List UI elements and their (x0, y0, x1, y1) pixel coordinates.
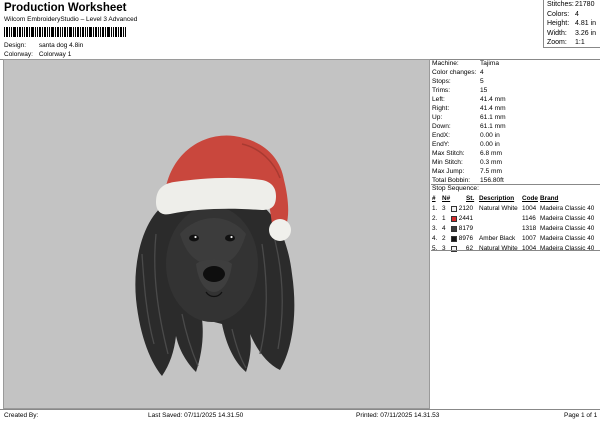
info-max-jump: Max Jump: 7.5 mm (432, 168, 502, 175)
stat-stitches: Stitches:21780 (547, 1, 595, 8)
row-code: 1004 (522, 205, 537, 212)
info-min-stitch: Min Stitch: 0.3 mm (432, 159, 502, 166)
row-needle: 1 (442, 215, 446, 222)
row-brand: Madeira Classic 40 (540, 235, 595, 242)
colorway-label: Colorway: (4, 51, 33, 58)
info-right: Right: 41.4 mm (432, 105, 506, 112)
row-needle: 3 (442, 205, 446, 212)
header-num: # (432, 195, 436, 202)
row-needle: 4 (442, 225, 446, 232)
barcode (4, 27, 126, 37)
page-number: Page 1 of 1 (564, 412, 598, 419)
row-stitches: 8179 (458, 225, 473, 232)
info-machine: Machine: Tajima (432, 60, 500, 67)
row-code: 1007 (522, 235, 537, 242)
row-needle: 2 (442, 235, 446, 242)
printed-date: Printed: 07/11/2025 14.31.53 (356, 412, 440, 419)
colorway-value: Colorway 1 (38, 51, 72, 58)
row-stitches: 8976 (458, 235, 473, 242)
row-num: 1. (432, 205, 438, 212)
design-preview-canvas (3, 59, 430, 409)
santa-dog-embroidery-image (135, 135, 295, 376)
last-saved: Last Saved: 07/11/2025 14.31.50 (148, 412, 244, 419)
info-stops: Stops: 5 (432, 78, 484, 85)
info-color-changes: Color changes: 4 (432, 69, 484, 76)
worksheet-title: Production Worksheet (4, 2, 127, 14)
footer-divider (0, 409, 600, 410)
software-subtitle: Wilcom EmbroideryStudio – Level 3 Advanc… (4, 16, 138, 23)
row-code: 1318 (522, 225, 537, 232)
header-description: Description (479, 195, 515, 202)
row-stitches: 2441 (458, 215, 473, 222)
stat-height: Height: 4.81 in (547, 20, 597, 27)
row-num: 3. (432, 225, 438, 232)
row-code: 1146 (522, 215, 536, 222)
row-stitches: 2120 (458, 205, 473, 212)
info-up: Up: 61.1 mm (432, 114, 506, 121)
colorway-row: Colorway: Colorway 1 (4, 51, 71, 58)
color-swatch (451, 226, 457, 232)
stat-colors: Colors: 4 (547, 10, 579, 18)
row-num: 4. (432, 235, 438, 242)
color-swatch (451, 236, 457, 242)
color-swatch (451, 246, 457, 252)
info-down: Down: 61.1 mm (432, 123, 506, 130)
stats-box: Stitches:21780 Colors: 4 Height: 4.81 in W… (543, 0, 600, 48)
header-needle: N# (442, 195, 451, 202)
info-endy: EndY: 0.00 in (432, 141, 500, 148)
stat-width: Width: 3.26 in (547, 29, 597, 37)
row-brand: Madeira Classic 40 (540, 205, 595, 212)
table-row: 2. 1 2441 1146 Madeira Classic 40 (432, 215, 600, 224)
header-code: Code (522, 195, 538, 202)
row-description: Natural White (479, 205, 518, 212)
info-endx: EndX: 0.00 in (432, 132, 500, 139)
info-left: Left: 41.4 mm (432, 96, 506, 103)
row-num: 2. (432, 215, 438, 222)
stat-zoom: Zoom: 1:1 (547, 39, 585, 46)
row-brand: Madeira Classic 40 (540, 215, 595, 222)
header-stitches: St. (466, 195, 475, 202)
info-max-stitch: Max Stitch: 6.8 mm (432, 150, 502, 157)
row-description: Amber Black (479, 235, 516, 242)
row-brand: Madeira Classic 40 (540, 225, 595, 232)
stop-sequence-title: Stop Sequence: (432, 185, 479, 192)
info-trims: Trims: 15 (432, 87, 488, 94)
design-value: santa dog 4.8in (38, 42, 84, 49)
info-total-bobbin: Total Bobbin: 156.80ft (432, 177, 504, 184)
table-row: 1. 3 2120 Natural White 1004 Madeira Classic … (432, 205, 600, 214)
design-label: Design: (4, 42, 27, 49)
table-bottom-divider (431, 250, 600, 251)
design-row: Design: santa dog 4.8in (4, 42, 83, 49)
table-row: 3. 4 8179 1318 Madeira Classic 40 (432, 225, 600, 234)
table-row: 4. 2 8976 Amber Black 1007 Madeira Classic 40 (432, 235, 600, 244)
created-by: Created By: (4, 412, 39, 419)
header-brand: Brand (540, 195, 559, 202)
color-swatch (451, 206, 457, 212)
color-swatch (451, 216, 457, 222)
